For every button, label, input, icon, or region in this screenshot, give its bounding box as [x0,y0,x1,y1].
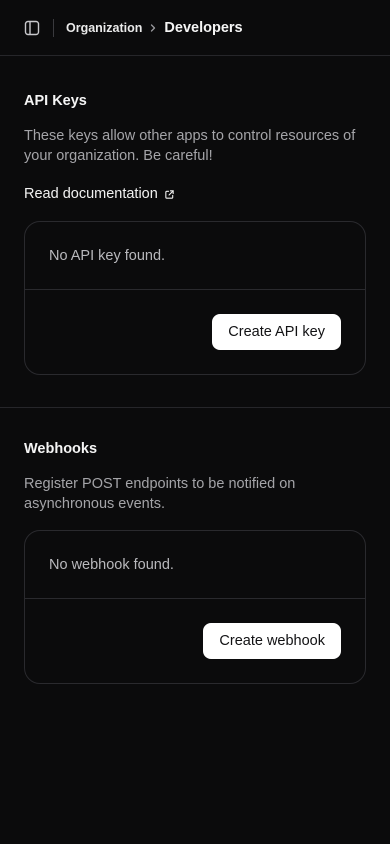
api-keys-title: API Keys [24,93,87,109]
sidebar-toggle-button[interactable] [12,8,52,48]
api-keys-card-actions: Create API key [25,290,365,374]
webhooks-card-actions: Create webhook [25,599,365,683]
external-link-icon [165,189,174,199]
chevron-right-icon [148,23,158,33]
webhooks-empty-state: No webhook found. [25,531,365,599]
webhooks-section: Webhooks Register POST endpoints to be n… [0,408,390,716]
breadcrumb-developers: Developers [164,19,243,36]
create-webhook-button[interactable]: Create webhook [203,623,341,659]
create-api-key-button[interactable]: Create API key [212,314,341,350]
read-documentation-label: Read documentation [24,186,158,202]
breadcrumb: Organization Developers [66,20,243,36]
read-documentation-link[interactable]: Read documentation [24,186,175,202]
api-keys-section: API Keys These keys allow other apps to … [0,56,390,408]
sidebar-panel-icon [24,20,40,35]
webhooks-title: Webhooks [24,441,98,457]
api-keys-empty-state: No API key found. [25,222,365,290]
webhooks-description: Register POST endpoints to be notified o… [24,476,296,512]
breadcrumb-organization[interactable]: Organization [66,21,142,35]
top-bar: Organization Developers [0,0,390,56]
webhooks-card: No webhook found. Create webhook [24,530,366,684]
toolbar-divider [53,18,54,37]
api-keys-description: These keys allow other apps to control r… [24,128,356,164]
api-keys-card: No API key found. Create API key [24,221,366,375]
